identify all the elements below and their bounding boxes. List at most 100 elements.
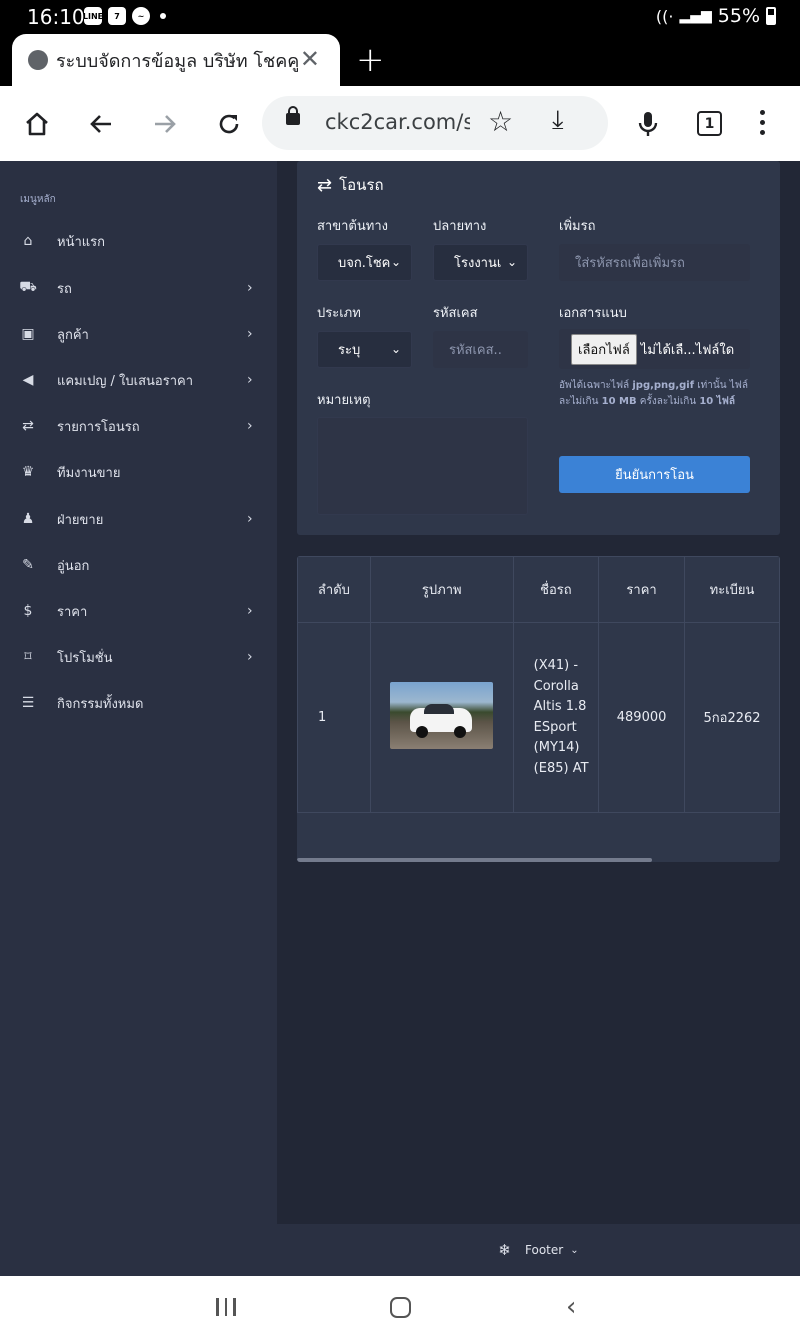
tab-title: ระบบจัดการข้อมูล บริษัท โชคคู bbox=[56, 50, 300, 72]
contact-card-icon: ▣ bbox=[21, 326, 35, 342]
card-title: ⇄ โอนรถ bbox=[317, 173, 384, 197]
browser-tab[interactable]: ระบบจัดการข้อมูล บริษัท โชคคู ✕ bbox=[12, 34, 340, 86]
web-page: เมนูหลัก ⌂ หน้าแรก ⛟ รถ › ▣ ลูกค้า › ◀ แ… bbox=[0, 161, 800, 1276]
home-nav-button[interactable] bbox=[390, 1297, 411, 1318]
battery-percent: 55% bbox=[717, 5, 760, 27]
snowflake-icon: ❄ bbox=[498, 1241, 511, 1259]
type-value: ระบุ bbox=[338, 343, 361, 358]
status-bar: 16:10 LINE 7 ~ ((· ▂▄▆ 55% bbox=[0, 0, 800, 34]
battery-icon bbox=[766, 7, 776, 25]
sidebar-item-promotion[interactable]: ⌑ โปรโมชั่น › bbox=[0, 637, 277, 677]
source-branch-select[interactable]: บจก.โชค ⌄ bbox=[317, 244, 412, 281]
recent-apps-button[interactable] bbox=[216, 1298, 236, 1316]
column-header-no: ลำดับ bbox=[297, 556, 371, 623]
back-button[interactable] bbox=[79, 102, 123, 146]
sidebar-item-transfers[interactable]: ⇄ รายการโอนรถ › bbox=[0, 406, 277, 446]
case-code-input[interactable]: รหัสเคส.. bbox=[433, 331, 528, 368]
status-right: ((· ▂▄▆ 55% bbox=[656, 5, 776, 27]
sidebar: เมนูหลัก ⌂ หน้าแรก ⛟ รถ › ▣ ลูกค้า › ◀ แ… bbox=[0, 161, 277, 1276]
sim-icon: 7 bbox=[108, 7, 126, 25]
transfer-form-card: ⇄ โอนรถ สาขาต้นทาง ปลายทาง เพิ่มรถ บจก.โ… bbox=[297, 161, 780, 535]
sidebar-item-label: ฝ่ายขาย bbox=[57, 512, 104, 528]
column-header-image: รูปภาพ bbox=[369, 556, 514, 623]
chevron-right-icon: › bbox=[247, 280, 253, 296]
destination-select[interactable]: โรงงานเ ⌄ bbox=[433, 244, 528, 281]
bookmark-star-icon[interactable]: ☆ bbox=[488, 105, 513, 138]
sidebar-item-home[interactable]: ⌂ หน้าแรก bbox=[0, 221, 277, 261]
more-menu-icon[interactable] bbox=[760, 110, 766, 140]
sidebar-item-cars[interactable]: ⛟ รถ › bbox=[0, 268, 277, 308]
source-branch-value: บจก.โชค bbox=[338, 256, 391, 271]
tab-switcher-button[interactable]: 1 bbox=[697, 111, 722, 136]
note-textarea[interactable] bbox=[317, 417, 528, 515]
chevron-right-icon: › bbox=[247, 511, 253, 527]
chevron-down-icon: ⌄ bbox=[390, 255, 401, 269]
confirm-transfer-button[interactable]: ยืนยันการโอน bbox=[559, 456, 750, 493]
add-car-input[interactable]: ใส่รหัสรถเพื่อเพิ่มรถ bbox=[559, 244, 750, 281]
horizontal-scrollbar[interactable] bbox=[297, 858, 652, 862]
notification-icons: LINE 7 ~ bbox=[83, 7, 166, 25]
upload-help-text: อัพได้เฉพาะไฟล์ jpg,png,gif เท่านั้น ไฟล… bbox=[559, 380, 748, 407]
sidebar-item-sales[interactable]: ♟ ฝ่ายขาย › bbox=[0, 499, 277, 539]
footer-bar[interactable]: ❄ Footer ⌄ bbox=[277, 1224, 800, 1276]
type-label: ประเภท bbox=[317, 306, 361, 321]
chevron-down-icon: ⌄ bbox=[506, 255, 517, 269]
column-header-price: ราคา bbox=[598, 556, 686, 623]
car-table: ลำดับ รูปภาพ ชื่อรถ ราคา ทะเบียน 1 (X41)… bbox=[297, 556, 780, 813]
sidebar-item-customers[interactable]: ▣ ลูกค้า › bbox=[0, 314, 277, 354]
close-tab-icon[interactable]: ✕ bbox=[300, 45, 320, 73]
sidebar-item-label: โปรโมชั่น bbox=[57, 650, 113, 666]
car-table-card: ลำดับ รูปภาพ ชื่อรถ ราคา ทะเบียน 1 (X41)… bbox=[297, 556, 780, 862]
sidebar-item-label: ทีมงานขาย bbox=[57, 465, 121, 481]
lock-icon bbox=[286, 106, 300, 125]
transfer-icon: ⇄ bbox=[317, 174, 333, 196]
row-car-name: (X41) - Corolla Altis 1.8 ESport (MY14) … bbox=[512, 622, 600, 813]
home-icon bbox=[26, 112, 48, 136]
destination-value: โรงงานเ bbox=[454, 256, 502, 271]
sidebar-item-activities[interactable]: ☰ กิจกรรมทั้งหมด bbox=[0, 683, 277, 723]
source-branch-label: สาขาต้นทาง bbox=[317, 219, 388, 234]
download-icon[interactable]: ⤓ bbox=[552, 105, 564, 136]
file-status: ไม่ได้เลื...ไฟล์ใด bbox=[640, 342, 735, 358]
forward-arrow-icon bbox=[155, 115, 176, 133]
chevron-right-icon: › bbox=[247, 603, 253, 619]
note-label: หมายเหตุ bbox=[317, 393, 371, 408]
row-no: 1 bbox=[297, 622, 371, 813]
table-row[interactable]: 1 (X41) - Corolla Altis 1.8 ESport (MY14… bbox=[297, 622, 780, 813]
chevron-down-icon: ⌄ bbox=[570, 1244, 579, 1256]
status-time: 16:10 bbox=[27, 5, 85, 29]
new-tab-button[interactable]: + bbox=[356, 40, 385, 80]
car-photo[interactable] bbox=[390, 682, 494, 749]
address-bar[interactable]: ckc2car.com/sy ☆ ⤓ bbox=[262, 96, 608, 150]
list-icon: ☰ bbox=[21, 695, 35, 711]
add-car-label: เพิ่มรถ bbox=[559, 219, 596, 234]
line-icon: LINE bbox=[83, 7, 103, 25]
back-nav-button[interactable]: ‹ bbox=[566, 1292, 576, 1322]
dollar-icon: $ bbox=[23, 603, 33, 619]
messenger-icon: ~ bbox=[132, 7, 150, 25]
forward-button[interactable] bbox=[143, 102, 187, 146]
attachment-label: เอกสารแนบ bbox=[559, 306, 627, 321]
type-select[interactable]: ระบุ ⌄ bbox=[317, 331, 412, 368]
choose-file-button[interactable]: เลือกไฟล์ bbox=[571, 333, 637, 365]
bookmark-icon: ⌑ bbox=[24, 649, 32, 665]
sidebar-item-campaign[interactable]: ◀ แคมเปญ / ใบเสนอราคา › bbox=[0, 360, 277, 400]
chevron-down-icon: ⌄ bbox=[390, 342, 401, 356]
salesperson-icon: ♟ bbox=[21, 511, 35, 527]
reload-button[interactable] bbox=[207, 102, 251, 146]
mic-button[interactable] bbox=[626, 102, 670, 146]
row-plate: 5กอ2262 bbox=[684, 622, 780, 813]
sidebar-item-price[interactable]: $ ราคา › bbox=[0, 591, 277, 631]
sidebar-item-label: หน้าแรก bbox=[57, 234, 105, 250]
url-text[interactable]: ckc2car.com/sy bbox=[325, 110, 470, 134]
row-image-cell bbox=[369, 622, 514, 813]
reload-icon bbox=[219, 114, 239, 134]
home-button[interactable] bbox=[15, 102, 59, 146]
team-icon: ♛ bbox=[21, 464, 35, 480]
file-input[interactable]: เลือกไฟล์ ไม่ได้เลื...ไฟล์ใด bbox=[559, 329, 750, 369]
sidebar-item-garage[interactable]: ✎ อู่นอก bbox=[0, 545, 277, 585]
column-header-plate: ทะเบียน bbox=[684, 556, 780, 623]
sidebar-item-sales-team[interactable]: ♛ ทีมงานขาย bbox=[0, 452, 277, 492]
main-content: ⇄ โอนรถ สาขาต้นทาง ปลายทาง เพิ่มรถ บจก.โ… bbox=[277, 161, 800, 1276]
chevron-right-icon: › bbox=[247, 372, 253, 388]
